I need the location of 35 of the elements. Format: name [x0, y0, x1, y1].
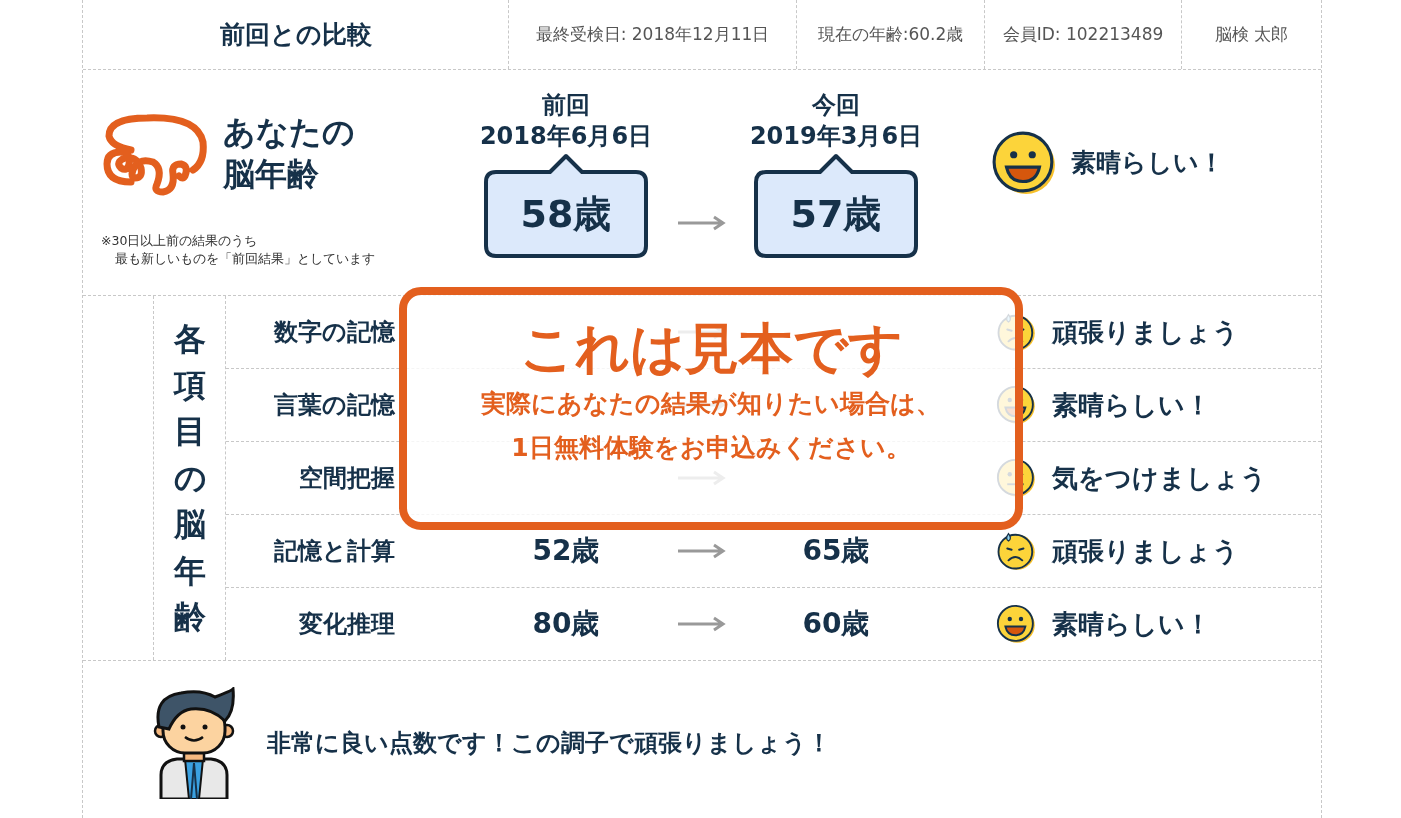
- item-name: 空間把握: [299, 463, 395, 494]
- age-box: 57歳: [754, 152, 918, 259]
- mood-comment: 素晴らしい！: [1071, 147, 1224, 179]
- arrow-icon: [676, 543, 726, 559]
- header-info: 脳検 太郎: [1214, 23, 1289, 46]
- result-date: 前回 2018年6月6日: [479, 90, 653, 153]
- header-info: 会員ID: 102213489: [1002, 23, 1164, 46]
- header-info: 現在の年齢:60.2歳: [817, 23, 964, 46]
- result-date: 今回 2019年3月6日: [749, 90, 923, 153]
- sample-notice-text: 1日無料体験をお申込みください。: [511, 431, 911, 464]
- age-box: 58歳: [484, 152, 648, 259]
- mood-comment: 気をつけましょう: [1052, 461, 1267, 495]
- page-title: 前回との比較: [219, 19, 372, 51]
- sample-notice-title: これは見本です: [519, 317, 903, 382]
- mood-comment: 素晴らしい！: [1052, 607, 1211, 641]
- arrow-icon: [676, 616, 726, 632]
- previous-age: 52歳: [532, 533, 600, 569]
- mood-comment: 頑張りましょう: [1052, 315, 1239, 349]
- item-name: 数字の記憶: [274, 317, 395, 348]
- arrow-icon: [676, 214, 726, 231]
- current-age: 60歳: [802, 606, 870, 642]
- sample-notice-text: 実際にあなたの結果が知りたい場合は、: [481, 387, 941, 420]
- mood-comment: 頑張りましょう: [1052, 534, 1239, 568]
- item-name: 言葉の記憶: [274, 390, 395, 421]
- item-name: 記憶と計算: [274, 536, 395, 567]
- mood-comment: 素晴らしい！: [1052, 388, 1211, 422]
- footnote: ※30日以上前の結果のうち 最も新しいものを「前回結果」としています: [101, 232, 376, 269]
- section-label: 各項目の脳年齢: [153, 296, 226, 660]
- previous-age: 80歳: [532, 606, 600, 642]
- man-avatar-icon: [151, 687, 237, 799]
- item-name: 変化推理: [299, 609, 395, 640]
- brain-age-title: あなたの 脳年齢: [223, 112, 355, 195]
- current-age: 65歳: [802, 533, 870, 569]
- header-info: 最終受検日: 2018年12月11日: [535, 23, 770, 46]
- advice-message: 非常に良い点数です！この調子で頑張りましょう！: [267, 728, 831, 759]
